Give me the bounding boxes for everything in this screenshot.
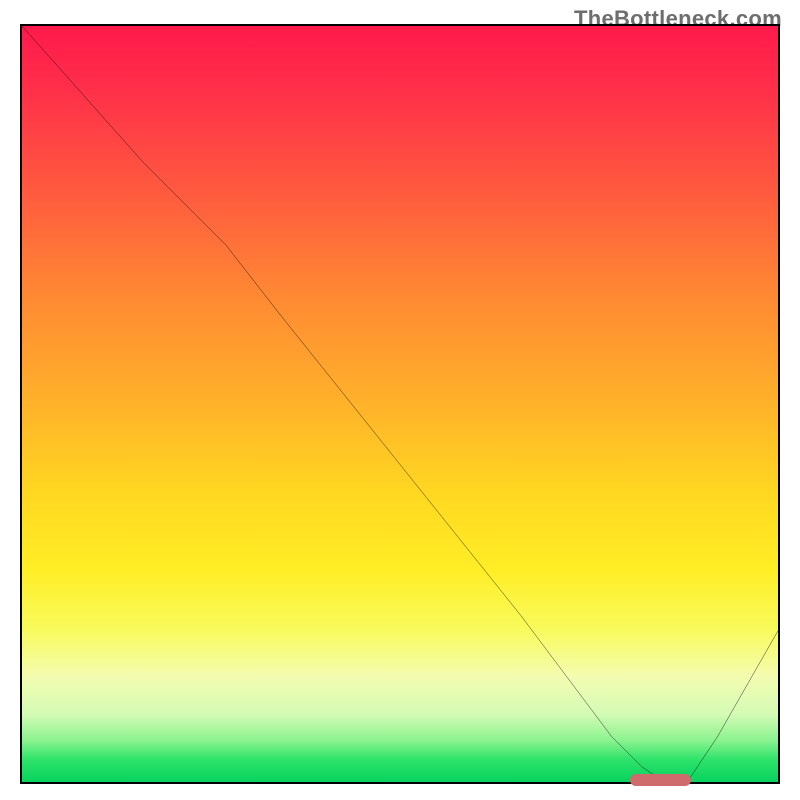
chart-root: TheBottleneck.com bbox=[0, 0, 800, 800]
plot-area bbox=[20, 24, 780, 784]
optimum-marker bbox=[630, 774, 691, 786]
bottleneck-curve bbox=[22, 26, 778, 782]
